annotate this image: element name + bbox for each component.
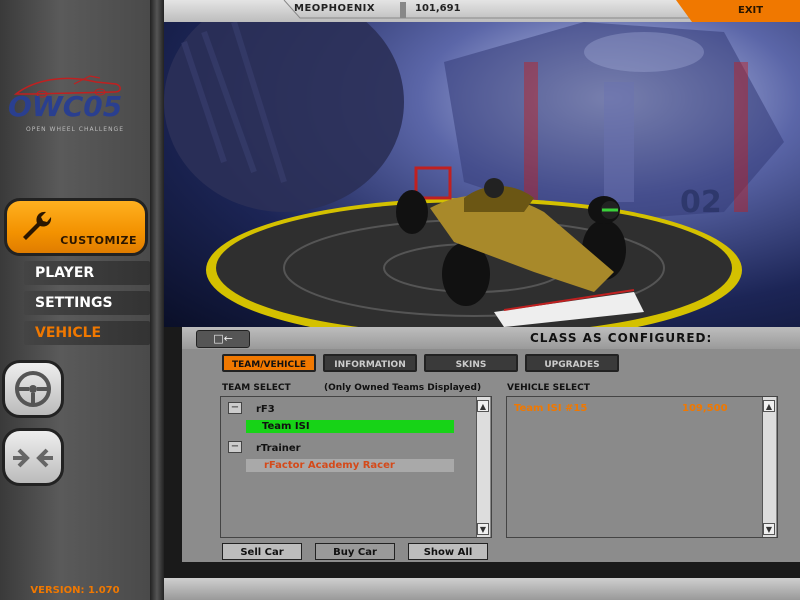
vehicle-preview-scene: 02 xyxy=(164,22,800,327)
wrench-icon xyxy=(23,211,52,240)
vehicle-select-list[interactable] xyxy=(506,396,778,538)
customize-button[interactable]: CUSTOMIZE xyxy=(4,198,148,256)
sidebar-rail xyxy=(150,0,164,600)
customize-label: CUSTOMIZE xyxy=(60,234,137,247)
vehicle-preview-art: 02 xyxy=(164,22,784,327)
player-money: 101,691 xyxy=(415,3,461,14)
sidebar-item-settings[interactable]: SETTINGS xyxy=(24,291,150,315)
team-list-scrollbar[interactable] xyxy=(476,397,490,537)
team-label-academy-racer: rFactor Academy Racer xyxy=(264,460,395,471)
logo-main-text: OWC05 xyxy=(8,90,123,123)
sidebar-item-player[interactable]: PLAYER xyxy=(24,261,150,285)
team-row[interactable]: rFactor Academy Racer xyxy=(246,459,454,472)
footer-bar xyxy=(164,578,800,600)
sidebar-item-vehicle[interactable]: VEHICLE xyxy=(24,321,150,345)
logo-subtitle: OPEN WHEEL CHALLENGE xyxy=(25,126,124,133)
vehicle-list-scroll-down[interactable]: ▼ xyxy=(763,523,775,535)
team-list-scroll-up[interactable]: ▲ xyxy=(477,400,489,412)
vehicle-price: 109,500 xyxy=(682,403,728,414)
exit-button[interactable]: EXIT xyxy=(738,5,763,16)
vehicle-list-scrollbar[interactable] xyxy=(762,397,776,537)
group-collapse-rf3[interactable]: − xyxy=(228,402,242,414)
merge-arrows-icon xyxy=(13,448,53,468)
vehicle-list-scroll-up[interactable]: ▲ xyxy=(763,400,775,412)
vehicle-name[interactable]: Team ISI #15 xyxy=(514,403,587,414)
vehicle-select-label: VEHICLE SELECT xyxy=(507,383,590,393)
show-all-button[interactable]: Show All xyxy=(408,543,488,560)
steering-wheel-button[interactable] xyxy=(2,360,64,418)
back-button[interactable]: □← xyxy=(196,330,250,348)
group-label-rtrainer: rTrainer xyxy=(256,443,301,454)
team-list-scroll-down[interactable]: ▼ xyxy=(477,523,489,535)
tab-information[interactable]: INFORMATION xyxy=(323,354,417,372)
team-row-selected[interactable]: Team ISI xyxy=(246,420,454,433)
group-collapse-rtrainer[interactable]: − xyxy=(228,441,242,453)
tab-team-vehicle[interactable]: TEAM/VEHICLE xyxy=(222,354,316,372)
panel-title: CLASS AS CONFIGURED: xyxy=(530,331,713,345)
background-car-number: 02 xyxy=(680,185,722,220)
tab-upgrades[interactable]: UPGRADES xyxy=(525,354,619,372)
steering-wheel-icon xyxy=(15,371,51,407)
team-select-note: (Only Owned Teams Displayed) xyxy=(324,383,482,393)
group-label-rf3: rF3 xyxy=(256,404,275,415)
sell-car-button[interactable]: Sell Car xyxy=(222,543,302,560)
tab-skins[interactable]: SKINS xyxy=(424,354,518,372)
team-label-team-isi: Team ISI xyxy=(262,421,310,432)
back-arrow-icon: □← xyxy=(213,332,233,345)
buy-car-button[interactable]: Buy Car xyxy=(315,543,395,560)
merge-arrows-button[interactable] xyxy=(2,428,64,486)
team-select-label: TEAM SELECT xyxy=(222,383,291,393)
version-label: VERSION: 1.070 xyxy=(30,585,120,596)
player-name: MEOPHOENIX xyxy=(294,3,376,14)
